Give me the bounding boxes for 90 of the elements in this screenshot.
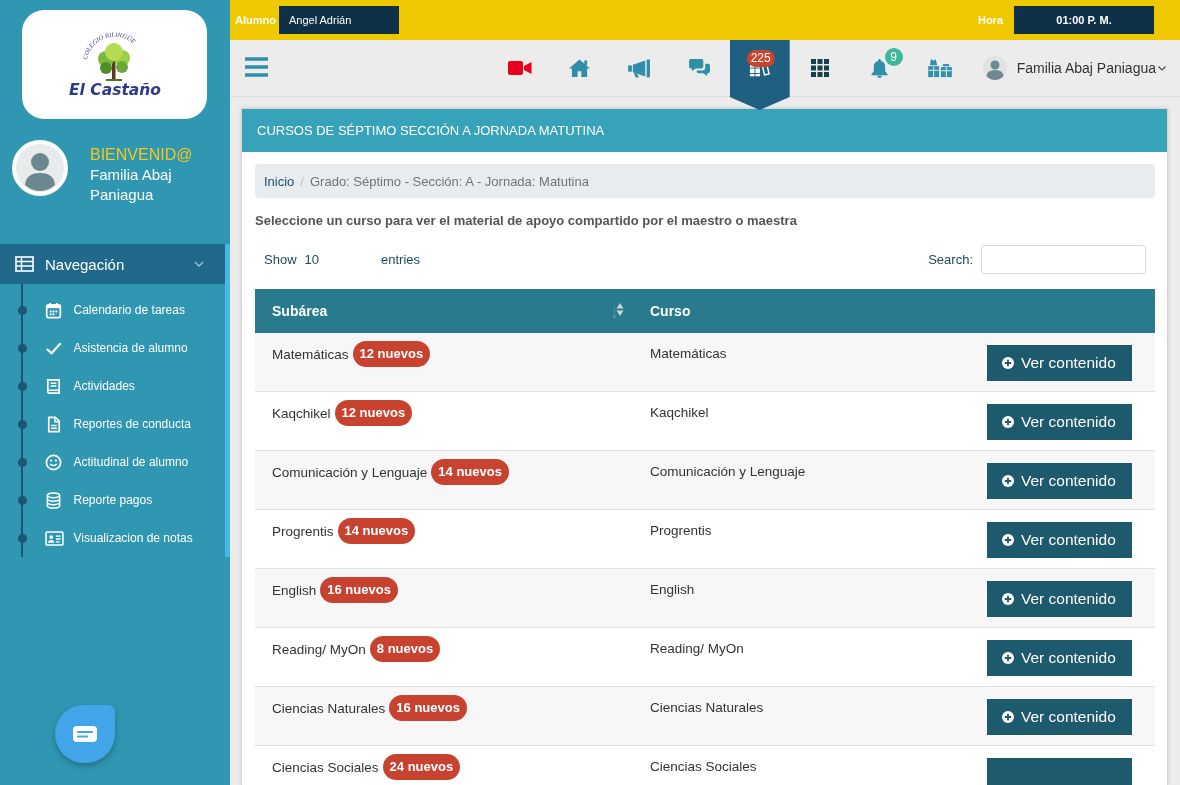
plus-circle-icon — [1002, 593, 1014, 605]
plus-circle-icon — [1002, 357, 1014, 369]
table-cell-text: Comunicación y Lenguaje — [650, 463, 806, 481]
student-select[interactable]: Angel Adrián — [278, 6, 399, 34]
search-label: Search: — [928, 252, 973, 267]
grid-icon — [810, 59, 829, 77]
table-cell: Comunicación y Lenguaje — [272, 464, 428, 480]
video-camera-icon — [507, 60, 532, 76]
table-cell-text: Matemáticas — [650, 345, 727, 363]
avatar-icon — [982, 56, 1007, 80]
message-icon — [73, 726, 97, 742]
home-icon — [568, 58, 592, 78]
table-cell: English — [272, 582, 317, 598]
breadcrumb-link[interactable]: Inicio — [264, 173, 295, 189]
id-card-icon — [44, 530, 64, 546]
avatar-icon — [12, 140, 68, 196]
view-content-button[interactable]: Ver contenido — [987, 699, 1132, 735]
breadcrumb-current: Grado: Séptimo - Sección: A - Jornada: Matutina — [310, 173, 589, 189]
notification-badge: 225 — [746, 50, 775, 67]
new-count-badge: 14 nuevos — [431, 459, 509, 485]
plus-circle-icon — [1002, 711, 1014, 723]
table-cell-text: Reading/ MyOn — [650, 640, 744, 658]
table-cell: Matemáticas — [272, 346, 349, 362]
menu-icon — [245, 57, 268, 77]
instruction-text: Seleccione un curso para ver el material de apoyo compartido por el maestro o maestra — [255, 213, 798, 229]
time-display: 01:00 P. M. — [1014, 6, 1154, 34]
new-count-badge: 12 nuevos — [352, 341, 431, 367]
plus-circle-icon — [1002, 534, 1014, 546]
book-icon — [44, 377, 62, 395]
new-count-badge: 16 nuevos — [320, 577, 398, 603]
sidebar-item[interactable]: Actividades — [44, 377, 135, 395]
bell-icon — [870, 57, 890, 79]
plus-circle-icon — [1002, 475, 1014, 487]
school-name: El Castaño — [69, 81, 161, 99]
breadcrumb-separator: / — [300, 173, 304, 189]
table-cell-text: English — [650, 581, 695, 599]
time-label: Hora — [977, 14, 1003, 26]
calendar-icon — [44, 301, 62, 319]
sidebar-item[interactable]: Calendario de tareas — [44, 301, 185, 319]
view-content-button[interactable]: Ver contenido — [987, 522, 1132, 558]
search-field[interactable] — [981, 245, 1146, 274]
sidebar-item[interactable]: Asistencia de alumno — [44, 339, 188, 357]
caret-icon — [1158, 65, 1166, 71]
entries-label: Show — [264, 252, 297, 267]
view-content-button[interactable]: Ver contenido — [987, 463, 1132, 499]
gift-icon — [926, 58, 953, 78]
plus-circle-icon — [1002, 416, 1014, 428]
panel-title: CURSOS DE SÉPTIMO SECCIÓN A JORNADA MATUTINA — [242, 109, 1167, 152]
menu-button[interactable] — [245, 57, 268, 77]
new-count-badge: 24 nuevos — [382, 754, 461, 780]
sidebar-item[interactable]: Reporte pagos — [44, 491, 153, 509]
chat-button[interactable] — [55, 705, 115, 763]
student-label: Alumno — [235, 14, 276, 26]
column-header[interactable]: Curso — [650, 303, 691, 319]
navigation-header[interactable]: Navegación — [0, 244, 225, 284]
table-icon — [15, 256, 34, 272]
database-icon — [44, 491, 62, 509]
chat-icon — [688, 58, 712, 78]
column-header[interactable]: Subárea — [272, 303, 328, 319]
new-count-badge: 16 nuevos — [389, 695, 467, 721]
table-cell: Reading/ MyOn — [272, 641, 366, 657]
new-count-badge: 12 nuevos — [334, 400, 413, 426]
notification-badge: 9 — [884, 48, 903, 66]
sidebar-item[interactable]: Visualizacion de notas — [44, 530, 193, 546]
table-cell-text: Ciencias Naturales — [650, 699, 764, 717]
table-cell: Ciencias Sociales — [272, 759, 379, 775]
table-cell-text: Kaqchikel — [650, 404, 709, 422]
view-content-button[interactable]: Ver contenido — [987, 581, 1132, 617]
entries-select[interactable]: 10 — [301, 252, 322, 267]
plus-circle-icon — [1002, 652, 1014, 664]
table-cell-text: Ciencias Sociales — [650, 758, 757, 776]
table-cell-text: Progrentis — [650, 522, 712, 540]
table-cell: Kaqchikel — [272, 405, 331, 421]
view-content-button[interactable]: Ver contenido — [987, 640, 1132, 676]
table-cell: Progrentis — [272, 523, 334, 539]
view-content-button[interactable]: Ver contenido — [987, 345, 1132, 381]
smiley-icon — [44, 453, 62, 471]
view-content-button[interactable]: Ver contenido — [987, 404, 1132, 440]
new-count-badge: 8 nuevos — [369, 636, 441, 662]
sidebar-item[interactable]: Actitudinal de alumno — [44, 453, 189, 471]
new-count-badge: 14 nuevos — [337, 518, 416, 544]
courses-button[interactable]: 225 — [729, 40, 790, 110]
sort-icon[interactable] — [612, 302, 624, 320]
user-name: Familia Abaj Paniagua — [90, 165, 173, 205]
greeting-text: BIENVENID@ — [90, 145, 194, 165]
user-menu[interactable]: Familia Abaj Paniagua — [982, 55, 1166, 81]
megaphone-icon — [627, 58, 653, 78]
entries-label: entries — [381, 252, 421, 267]
table-cell: Ciencias Naturales — [272, 700, 386, 716]
sidebar-item[interactable]: Reportes de conducta — [44, 415, 191, 433]
